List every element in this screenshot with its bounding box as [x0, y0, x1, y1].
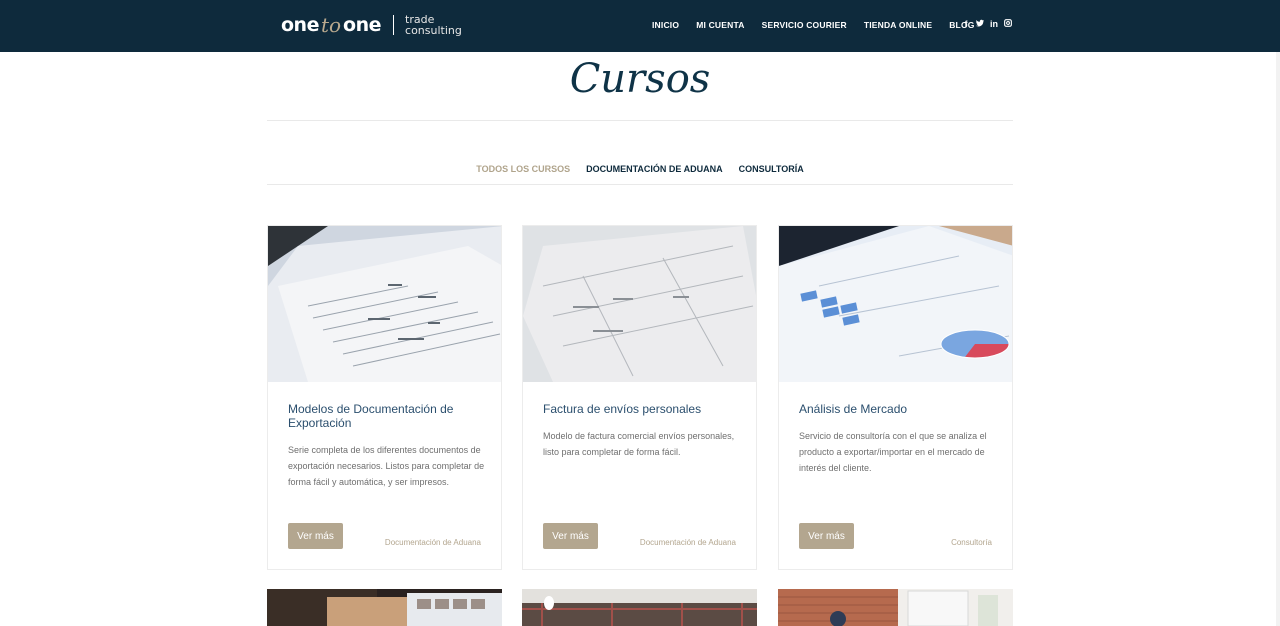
nav-link-inicio[interactable]: INICIO [652, 20, 679, 30]
logo-text-to: to [320, 13, 342, 37]
course-image-warehouse[interactable] [522, 589, 757, 626]
ver-mas-button[interactable]: Ver más [288, 523, 343, 549]
twitter-icon[interactable] [976, 19, 984, 29]
documents-photo [268, 226, 501, 382]
course-category-link[interactable]: Documentación de Aduana [385, 538, 481, 547]
warehouse-photo [522, 589, 757, 626]
instagram-icon-shape [1004, 19, 1012, 27]
market-analysis-photo [779, 226, 1012, 382]
title-divider [267, 120, 1013, 121]
filter-tab-consultoria[interactable]: CONSULTORÍA [739, 164, 804, 174]
twitter-icon-shape [976, 19, 984, 27]
course-title[interactable]: Modelos de Documentación de Exportación [288, 402, 484, 430]
filter-tab-documentacion-de-aduana[interactable]: DOCUMENTACIÓN DE ADUANA [586, 164, 723, 174]
page-scrollbar[interactable] [1276, 52, 1280, 626]
course-image-office[interactable] [778, 589, 1013, 626]
course-description: Servicio de consultoría con el que se an… [799, 431, 987, 473]
logo-subtitle-line2: consulting [405, 24, 462, 37]
filter-tab-todos-los-cursos[interactable]: TODOS LOS CURSOS [476, 164, 570, 174]
nav-link-tienda-online[interactable]: TIENDA ONLINE [864, 20, 932, 30]
course-card[interactable]: Modelos de Documentación de Exportación … [267, 225, 502, 570]
site-logo[interactable]: one to one trade consulting [281, 10, 462, 40]
course-description: Serie completa de los diferentes documen… [288, 445, 485, 487]
logo-text-one-right: one [343, 14, 382, 36]
main-nav: INICIO MI CUENTA SERVICIO COURIER TIENDA… [652, 20, 992, 30]
laptop-photo [267, 589, 502, 626]
logo-text-one-left: one [281, 14, 319, 36]
nav-link-servicio-courier[interactable]: SERVICIO COURIER [762, 20, 847, 30]
ver-mas-button[interactable]: Ver más [543, 523, 598, 549]
logo-subtitle: trade consulting [405, 14, 462, 36]
course-image-invoice[interactable] [523, 226, 756, 382]
course-category-link[interactable]: Consultoría [951, 538, 992, 547]
top-navigation-bar: one to one trade consulting INICIO MI CU… [0, 0, 1280, 52]
facebook-icon[interactable]: f [962, 19, 970, 29]
office-photo [778, 589, 1013, 626]
ver-mas-button[interactable]: Ver más [799, 523, 854, 549]
course-card[interactable]: Análisis de Mercado Servicio de consulto… [778, 225, 1013, 570]
logo-divider [393, 15, 395, 35]
course-category-link[interactable]: Documentación de Aduana [640, 538, 736, 547]
course-description: Modelo de factura comercial envíos perso… [543, 431, 735, 457]
social-links: f in [962, 19, 1018, 29]
course-title[interactable]: Análisis de Mercado [799, 402, 995, 416]
course-card[interactable]: Factura de envíos personales Modelo de f… [522, 225, 757, 570]
page-title: Cursos [569, 56, 711, 102]
instagram-icon[interactable] [1004, 19, 1012, 29]
course-filter-tabs: TODOS LOS CURSOS DOCUMENTACIÓN DE ADUANA… [267, 164, 1013, 174]
course-image-market-analysis[interactable] [779, 226, 1012, 382]
filter-divider [267, 184, 1013, 185]
nav-link-mi-cuenta[interactable]: MI CUENTA [696, 20, 744, 30]
invoice-photo [523, 226, 756, 382]
course-title[interactable]: Factura de envíos personales [543, 402, 739, 416]
course-image-documents[interactable] [268, 226, 501, 382]
course-image-laptop[interactable] [267, 589, 502, 626]
linkedin-icon[interactable]: in [990, 19, 998, 29]
